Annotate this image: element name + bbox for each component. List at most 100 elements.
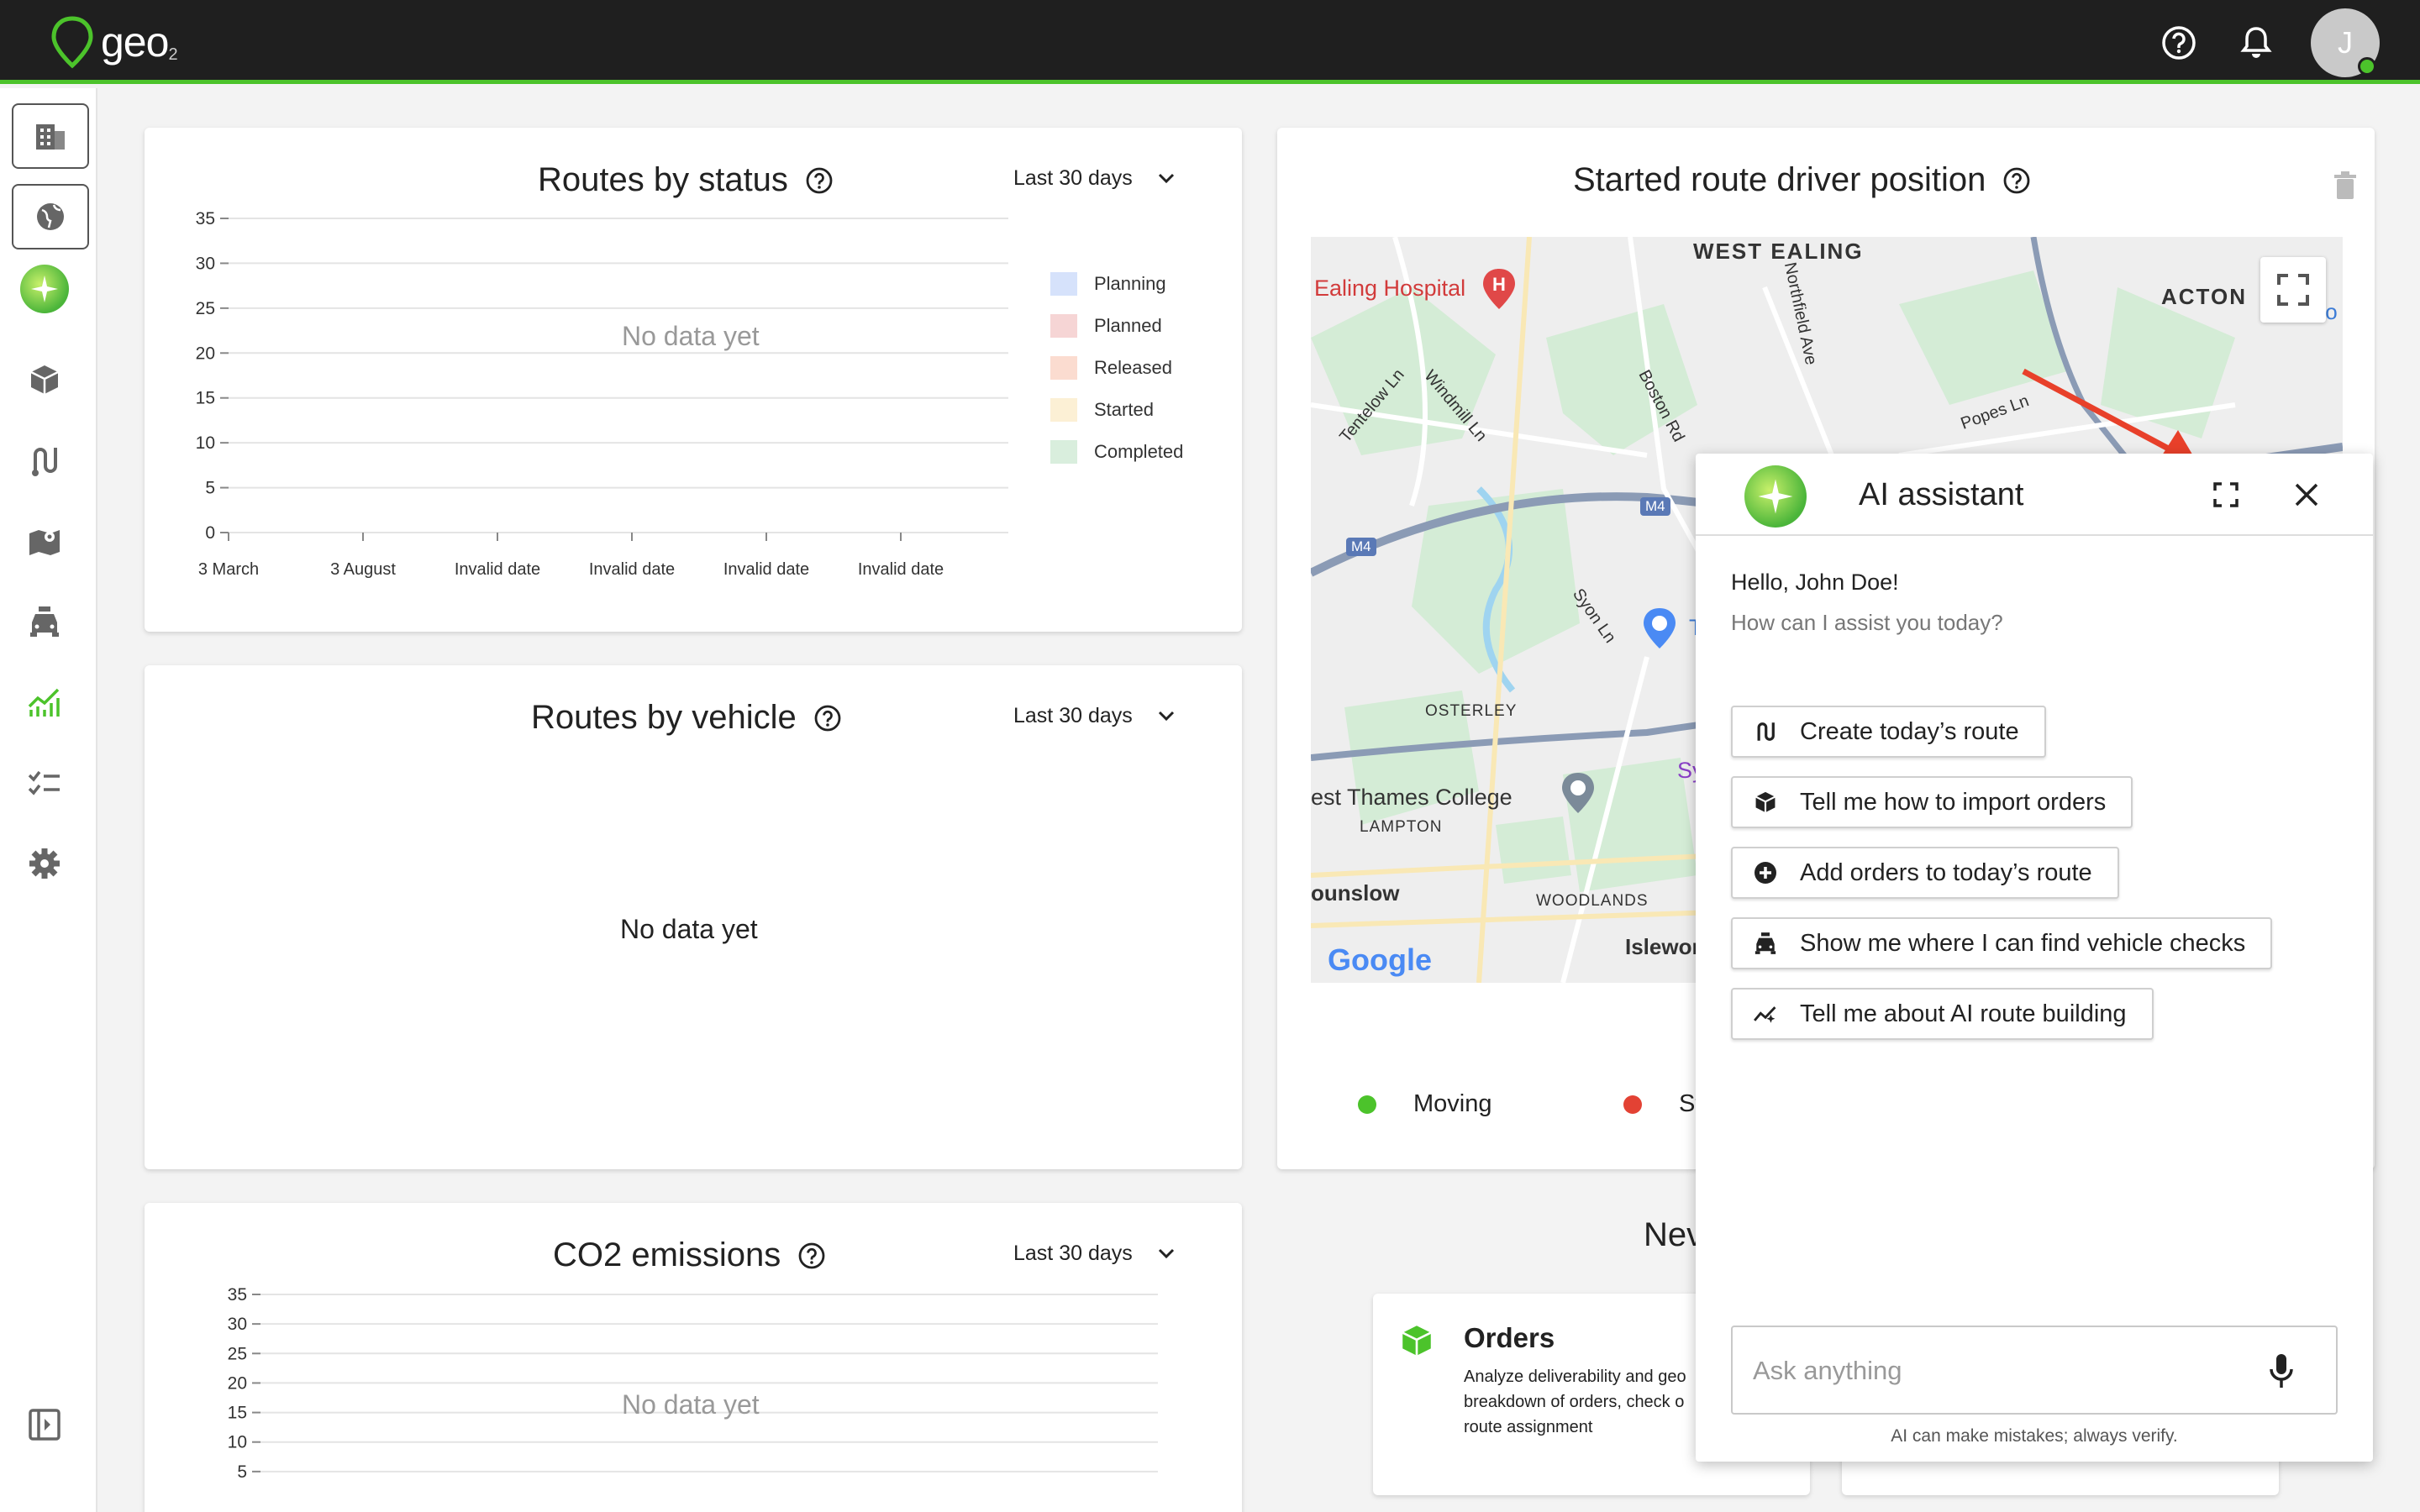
suggestion-label: Add orders to today’s route <box>1800 858 2092 886</box>
map-icon <box>29 530 60 555</box>
motorway-badge: M4 <box>1640 497 1670 516</box>
online-status-dot <box>2358 57 2376 76</box>
x-tick-label: Invalid date <box>858 560 944 579</box>
sidebar-item-globe[interactable] <box>12 184 89 249</box>
suggestion-vehicle-checks[interactable]: Show me where I can find vehicle checks <box>1731 917 2273 969</box>
y-tick-label: 5 <box>237 1462 247 1482</box>
orders-description: Analyze deliverability and geo breakdown… <box>1464 1364 1686 1440</box>
suggestion-import-orders[interactable]: Tell me how to import orders <box>1731 776 2133 828</box>
ai-sparkle-icon <box>20 265 69 313</box>
suggestion-create-route[interactable]: Create today’s route <box>1731 706 2046 758</box>
date-range-label: Last 30 days <box>1013 704 1133 727</box>
legend-swatch <box>1050 440 1077 464</box>
legend-label: Completed <box>1094 441 1184 462</box>
app-version: 2 <box>168 45 178 64</box>
microphone-icon[interactable] <box>2269 1352 2294 1389</box>
map-label: WEST EALING <box>1693 239 1864 264</box>
help-icon[interactable] <box>2160 24 2198 62</box>
sidebar-item-map[interactable] <box>20 517 69 565</box>
date-range-select[interactable]: Last 30 days <box>1013 704 1175 728</box>
app-logo[interactable]: geo 2 <box>49 15 178 69</box>
legend-item[interactable]: Planning <box>1050 272 1166 296</box>
sidebar-item-vehicles[interactable] <box>20 597 69 646</box>
hospital-pin-icon[interactable]: H <box>1481 267 1518 311</box>
sidebar-item-tasks[interactable] <box>20 759 69 807</box>
driver-position-title-wrap: Started route driver position <box>1573 161 2031 199</box>
college-pin-icon[interactable] <box>1560 771 1597 815</box>
route-icon <box>1757 722 1775 741</box>
legend-label: Planned <box>1094 315 1162 336</box>
y-tick-label: 35 <box>228 1285 247 1305</box>
y-tick-label: 5 <box>205 479 215 498</box>
plus-circle-icon <box>1754 862 1776 884</box>
sidebar-item-analytics[interactable] <box>20 678 69 727</box>
x-tick-label: 3 March <box>198 560 259 579</box>
ai-input-box <box>1731 1326 2338 1415</box>
sidebar-item-orders[interactable] <box>20 355 69 404</box>
x-tick-label: Invalid date <box>723 560 809 579</box>
orders-description-line: Analyze deliverability and geo <box>1464 1368 1686 1386</box>
expand-icon[interactable] <box>2212 480 2240 509</box>
routes-by-vehicle-title-wrap: Routes by vehicle <box>531 699 842 737</box>
sidebar-collapse[interactable] <box>20 1400 69 1449</box>
google-logo: Google <box>1328 942 1432 977</box>
sidebar-item-settings[interactable] <box>20 839 69 888</box>
sidebar-item-routes[interactable] <box>20 436 69 485</box>
legend-swatch <box>1050 314 1077 338</box>
x-tick-label: 3 August <box>330 560 396 579</box>
chevron-down-icon <box>1158 711 1174 721</box>
suggestion-add-orders[interactable]: Add orders to today’s route <box>1731 847 2119 899</box>
ai-chat-input[interactable] <box>1753 1351 2223 1391</box>
sidebar <box>0 88 97 1512</box>
shopping-pin-icon[interactable] <box>1641 606 1678 650</box>
stopped-dot <box>1623 1095 1642 1114</box>
routes-by-status-chart: 0 5 10 15 20 25 30 35 3 March 3 August Invalid dat… <box>196 209 1008 579</box>
legend-swatch <box>1050 356 1077 380</box>
map-label: LAMPTON <box>1360 818 1443 836</box>
gear-icon <box>29 848 60 879</box>
chart-line-icon <box>28 688 60 717</box>
x-tick-label: Invalid date <box>589 560 675 579</box>
suggestion-label: Tell me how to import orders <box>1800 788 2107 816</box>
sidebar-item-buildings[interactable] <box>12 103 89 169</box>
map-label: Islewor <box>1625 934 1701 959</box>
bell-icon[interactable] <box>2237 24 2275 62</box>
legend-label: Planning <box>1094 273 1166 294</box>
legend-label: Released <box>1094 357 1172 378</box>
map-fullscreen-button[interactable] <box>2260 257 2326 323</box>
y-tick-label: 35 <box>196 209 215 228</box>
help-circle-icon[interactable] <box>2002 166 2031 195</box>
map-label: ounslow <box>1311 880 1400 906</box>
legend-item[interactable]: Released <box>1050 356 1172 380</box>
collapse-panel-icon <box>29 1409 60 1441</box>
y-tick-label: 0 <box>205 523 215 543</box>
sidebar-item-ai[interactable] <box>20 265 69 313</box>
y-tick-label: 20 <box>228 1373 247 1393</box>
legend-item[interactable]: Started <box>1050 398 1154 422</box>
help-circle-icon[interactable] <box>813 704 842 732</box>
ai-greeting: Hello, John Doe! <box>1731 570 1899 595</box>
close-icon[interactable] <box>2292 480 2321 509</box>
y-tick-label: 10 <box>196 433 215 453</box>
y-tick-label: 10 <box>228 1433 247 1452</box>
co2-emissions-card: CO2 emissions Last 30 days 5 10 15 20 25 30 35… <box>145 1203 1242 1512</box>
suggestion-label: Create today’s route <box>1800 717 2019 745</box>
ai-sparkle-icon <box>1744 465 1807 528</box>
card-title: Started route driver position <box>1573 161 1986 198</box>
ai-panel-header: AI assistant <box>1696 454 2373 536</box>
map-label: Ealing Hospital <box>1314 276 1466 301</box>
ai-disclaimer: AI can make mistakes; always verify. <box>1891 1426 2178 1446</box>
legend-label: Started <box>1094 399 1154 420</box>
y-tick-label: 30 <box>196 254 215 273</box>
routes-by-vehicle-card: Routes by vehicle Last 30 days No data y… <box>145 665 1242 1169</box>
legend-swatch <box>1050 398 1077 422</box>
suggestion-ai-route-building[interactable]: Tell me about AI route building <box>1731 988 2154 1040</box>
y-tick-label: 15 <box>228 1404 247 1423</box>
location-pin-icon <box>51 16 93 69</box>
legend-item[interactable]: Completed <box>1050 440 1183 464</box>
y-tick-label: 15 <box>196 389 215 408</box>
legend-item[interactable]: Planned <box>1050 314 1162 338</box>
suggestion-label: Tell me about AI route building <box>1800 1000 2127 1027</box>
y-tick-label: 20 <box>196 344 215 363</box>
trash-icon[interactable] <box>2333 171 2358 200</box>
